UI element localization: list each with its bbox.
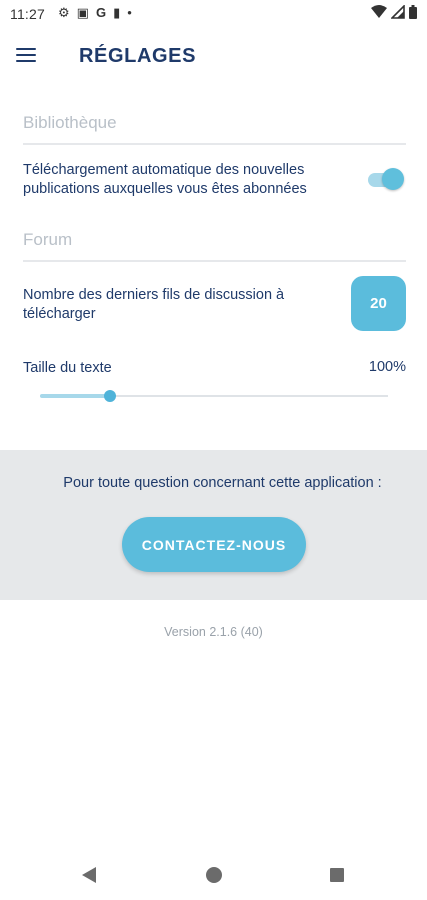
notification-icons: ⚙ ▣ G ▮ • bbox=[58, 5, 132, 21]
thread-count-label: Nombre des derniers fils de discussion à… bbox=[23, 287, 285, 322]
page-title: RÉGLAGES bbox=[79, 45, 197, 67]
text-size-label: Taille du texte bbox=[23, 360, 112, 376]
auto-download-label: Téléchargement automatique des nouvelles… bbox=[23, 162, 307, 197]
text-size-slider[interactable] bbox=[40, 388, 388, 404]
home-icon[interactable] bbox=[206, 867, 222, 883]
google-g-icon: G bbox=[95, 5, 107, 20]
contact-question: Pour toute question concernant cette app… bbox=[63, 475, 382, 491]
toggle-knob bbox=[382, 168, 404, 190]
recents-icon[interactable] bbox=[330, 868, 344, 882]
wifi-icon bbox=[371, 5, 387, 18]
section-header-library: Bibliothèque bbox=[23, 113, 406, 145]
image-icon: ▣ bbox=[76, 5, 89, 20]
section-header-forum: Forum bbox=[23, 230, 406, 262]
back-icon[interactable] bbox=[82, 867, 96, 883]
version-label: Version 2.1.6 (40) bbox=[164, 625, 263, 639]
text-size-value: 100% bbox=[368, 359, 406, 375]
status-bar: 11:27 ⚙ ▣ G ▮ • bbox=[0, 0, 427, 28]
battery-icon bbox=[409, 5, 417, 19]
status-time: 11:27 bbox=[10, 6, 45, 22]
system-icons bbox=[371, 5, 417, 19]
dot-icon: • bbox=[127, 5, 132, 20]
contact-section: Pour toute question concernant cette app… bbox=[0, 450, 427, 600]
gear-icon: ⚙ bbox=[58, 5, 70, 20]
signal-icon bbox=[391, 5, 405, 19]
sim-card-icon: ▮ bbox=[113, 5, 121, 20]
auto-download-toggle[interactable] bbox=[366, 166, 406, 194]
system-nav-bar bbox=[0, 850, 427, 900]
app-bar: RÉGLAGES bbox=[0, 28, 427, 88]
thread-count-button[interactable]: 20 bbox=[351, 276, 406, 331]
contact-us-button[interactable]: CONTACTEZ-NOUS bbox=[122, 517, 306, 572]
slider-thumb[interactable] bbox=[103, 390, 116, 402]
hamburger-menu-icon[interactable] bbox=[16, 44, 44, 72]
slider-fill bbox=[40, 394, 110, 398]
